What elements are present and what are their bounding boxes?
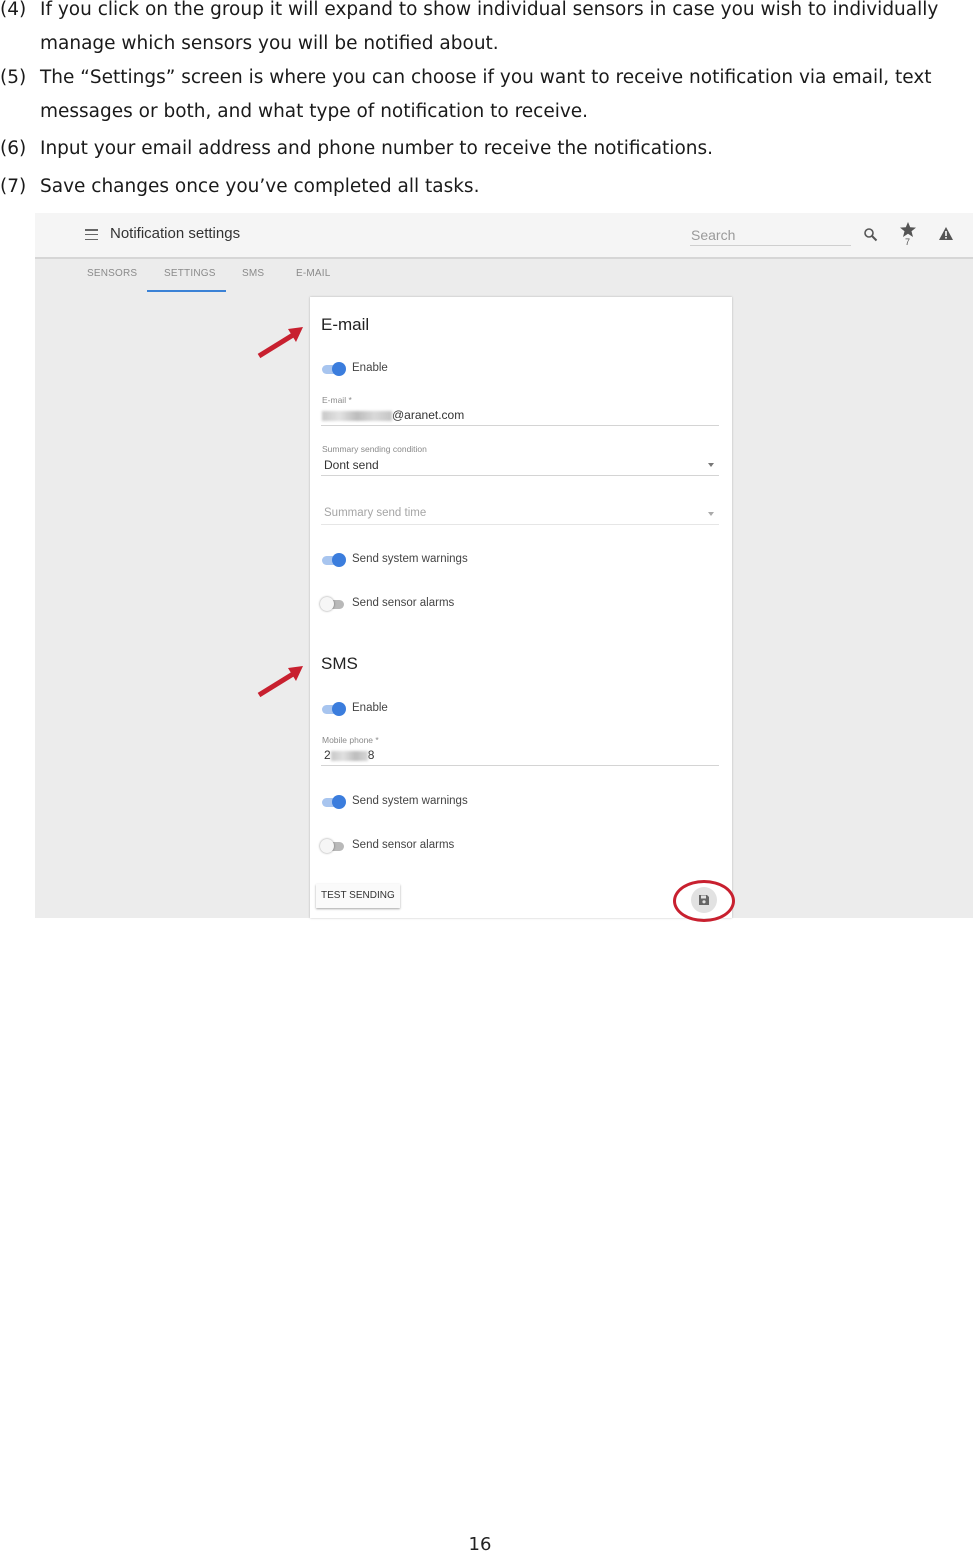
- app-bar: Notification settings Search 7: [35, 213, 973, 259]
- email-field-label: E-mail *: [322, 395, 352, 405]
- step-text: Save changes once you’ve completed all t…: [40, 176, 480, 197]
- sms-system-warnings-toggle[interactable]: [322, 795, 346, 809]
- warning-icon[interactable]: [938, 226, 954, 241]
- step-number: (7): [0, 176, 27, 197]
- active-tab-indicator: [147, 290, 226, 292]
- chevron-down-icon[interactable]: [708, 463, 714, 467]
- step-7: (7) Save changes once you’ve completed a…: [0, 170, 973, 206]
- sms-sensor-alarms-toggle[interactable]: [320, 839, 346, 853]
- email-sensor-alarms-toggle[interactable]: [320, 597, 346, 611]
- email-enable-label: Enable: [352, 362, 388, 374]
- summary-time-select[interactable]: Summary send time: [324, 507, 426, 519]
- search-input[interactable]: Search: [690, 226, 851, 246]
- sms-sensor-alarms-label: Send sensor alarms: [352, 839, 455, 851]
- phone-field[interactable]: 28: [324, 748, 374, 762]
- sms-annotation-arrow: [257, 666, 303, 698]
- page-title: Notification settings: [110, 225, 241, 242]
- summary-condition-label: Summary sending condition: [322, 444, 427, 454]
- step-text: Input your email address and phone numbe…: [40, 138, 714, 159]
- step-6: (6) Input your email address and phone n…: [0, 132, 973, 168]
- step-text: The “Settings” screen is where you can c…: [40, 67, 932, 122]
- phone-prefix: 2: [324, 748, 331, 762]
- save-highlight-circle: [673, 880, 735, 922]
- summary-time-underline: [321, 524, 719, 525]
- step-number: (6): [0, 138, 27, 159]
- email-section-title: E-mail: [321, 315, 370, 334]
- search-icon[interactable]: [863, 227, 879, 243]
- summary-condition-select[interactable]: Dont send: [324, 458, 379, 472]
- sms-enable-label: Enable: [352, 702, 388, 714]
- tab-email[interactable]: E-MAIL: [296, 268, 331, 279]
- step-number: (5): [0, 67, 27, 88]
- step-5: (5) The “Settings” screen is where you c…: [0, 61, 973, 131]
- sms-system-warnings-label: Send system warnings: [352, 795, 468, 807]
- email-annotation-arrow: [257, 327, 303, 359]
- email-field[interactable]: @aranet.com: [322, 408, 464, 422]
- step-4: (4) If you click on the group it will ex…: [0, 0, 973, 63]
- tab-sms[interactable]: SMS: [242, 268, 264, 279]
- step-number: (4): [0, 0, 27, 20]
- redacted-text: [322, 410, 392, 421]
- phone-field-label: Mobile phone *: [322, 735, 379, 745]
- email-field-underline: [321, 425, 719, 426]
- sms-section-title: SMS: [321, 654, 358, 673]
- star-count: 7: [905, 237, 911, 247]
- tab-sensors[interactable]: SENSORS: [87, 268, 137, 279]
- settings-card: E-mail Enable E-mail * @aranet.com Summa…: [310, 297, 732, 918]
- redacted-text: [330, 750, 368, 761]
- sms-enable-toggle[interactable]: [322, 702, 346, 716]
- menu-icon[interactable]: [85, 229, 98, 241]
- email-domain: @aranet.com: [392, 408, 465, 422]
- phone-field-underline: [321, 765, 719, 766]
- email-sensor-alarms-label: Send sensor alarms: [352, 597, 455, 609]
- email-system-warnings-toggle[interactable]: [322, 553, 346, 567]
- step-text: If you click on the group it will expand…: [40, 0, 939, 54]
- star-icon[interactable]: [899, 221, 917, 238]
- email-system-warnings-label: Send system warnings: [352, 553, 468, 565]
- tab-settings[interactable]: SETTINGS: [164, 268, 216, 279]
- email-enable-toggle[interactable]: [322, 362, 346, 376]
- notification-settings-screenshot: Notification settings Search 7 SENSORS S…: [35, 213, 973, 922]
- summary-condition-underline: [321, 475, 719, 476]
- page-number: 16: [468, 1534, 492, 1555]
- chevron-down-icon[interactable]: [708, 512, 714, 516]
- test-sending-button[interactable]: TEST SENDING: [316, 884, 400, 908]
- tab-bar: SENSORS SETTINGS SMS E-MAIL: [35, 259, 973, 293]
- phone-suffix: 8: [367, 748, 375, 762]
